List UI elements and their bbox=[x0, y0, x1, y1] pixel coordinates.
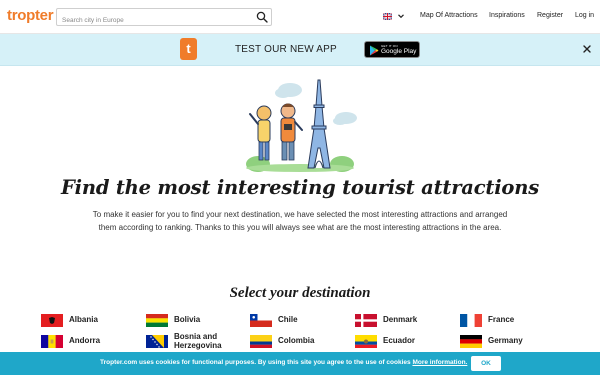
chile-flag-icon bbox=[250, 314, 272, 327]
cookie-message: Tropter.com uses cookies for functional … bbox=[100, 359, 411, 366]
colombia-flag-icon bbox=[250, 335, 272, 348]
nav-map-of-attractions[interactable]: Map Of Attractions bbox=[420, 12, 478, 19]
destination-chile[interactable]: Chile bbox=[250, 314, 298, 327]
nav-inspirations[interactable]: Inspirations bbox=[489, 12, 525, 19]
app-logo-icon: t bbox=[180, 38, 197, 60]
destination-ecuador[interactable]: Ecuador bbox=[355, 335, 415, 348]
destination-name: Andorra bbox=[69, 336, 101, 346]
destination-name: Albania bbox=[69, 315, 98, 325]
close-icon[interactable] bbox=[582, 44, 592, 54]
uk-flag-icon[interactable] bbox=[383, 13, 392, 20]
search-box bbox=[56, 8, 272, 29]
denmark-flag-icon bbox=[355, 314, 377, 327]
destination-name: Denmark bbox=[383, 315, 418, 325]
ecuador-flag-icon bbox=[355, 335, 377, 348]
tropter-logo[interactable]: tropter bbox=[7, 7, 54, 24]
destination-bosnia[interactable]: Bosnia and Herzegovina bbox=[146, 332, 234, 350]
destination-denmark[interactable]: Denmark bbox=[355, 314, 417, 327]
bosnia-flag-icon bbox=[146, 335, 168, 348]
destination-france[interactable]: France bbox=[460, 314, 514, 327]
cookie-more-info-link[interactable]: More information. bbox=[412, 359, 467, 366]
nav-login[interactable]: Log in bbox=[575, 12, 594, 19]
nav-register[interactable]: Register bbox=[537, 12, 563, 19]
destination-name: France bbox=[488, 315, 515, 325]
destination-name: Germany bbox=[488, 336, 523, 346]
chevron-down-icon[interactable] bbox=[397, 12, 405, 20]
destination-bolivia[interactable]: Bolivia bbox=[146, 314, 200, 327]
destination-name: Bosnia and Herzegovina bbox=[174, 332, 222, 350]
google-play-big-text: Google Play bbox=[381, 48, 417, 55]
play-store-icon bbox=[370, 45, 379, 56]
destination-name: Ecuador bbox=[383, 336, 416, 346]
cookie-text: Tropter.com uses cookies for functional … bbox=[100, 359, 467, 366]
hero-description: To make it easier for you to find your n… bbox=[92, 210, 508, 232]
destination-name: Bolivia bbox=[174, 315, 201, 325]
destination-colombia[interactable]: Colombia bbox=[250, 335, 314, 348]
search-button[interactable] bbox=[256, 11, 268, 23]
destination-andorra[interactable]: Andorra bbox=[41, 335, 100, 348]
france-flag-icon bbox=[460, 314, 482, 327]
cookie-ok-button[interactable]: OK bbox=[471, 356, 501, 371]
andorra-flag-icon bbox=[41, 335, 63, 348]
destination-name: Colombia bbox=[278, 336, 315, 346]
app-banner-text: TEST OUR NEW APP bbox=[235, 44, 337, 55]
destination-albania[interactable]: Albania bbox=[41, 314, 98, 327]
bolivia-flag-icon bbox=[146, 314, 168, 327]
search-input[interactable] bbox=[57, 12, 247, 29]
germany-flag-icon bbox=[460, 335, 482, 348]
site-header: tropter Map Of Attractions Inspirations … bbox=[0, 0, 600, 34]
hero-title: Find the most interesting tourist attrac… bbox=[61, 176, 539, 199]
destination-name: Chile bbox=[278, 315, 298, 325]
travelers-eiffel-illustration bbox=[246, 79, 357, 172]
search-icon bbox=[256, 11, 268, 23]
albania-flag-icon bbox=[41, 314, 63, 327]
google-play-button[interactable]: GET IT ON Google Play bbox=[364, 41, 420, 58]
destination-germany[interactable]: Germany bbox=[460, 335, 523, 348]
destinations-title: Select your destination bbox=[229, 285, 371, 301]
